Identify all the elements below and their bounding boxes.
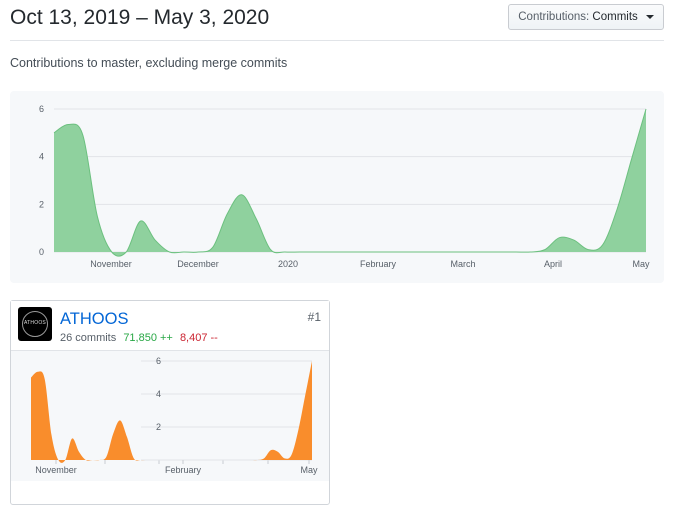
y-tick-label: 6	[39, 104, 44, 114]
contributor-chart-svg: 2 4 6 November February May	[31, 356, 318, 475]
header: Oct 13, 2019 – May 3, 2020 Contributions…	[10, 0, 664, 41]
y-tick-label: 2	[156, 422, 161, 432]
commit-count[interactable]: 26 commits	[60, 332, 116, 344]
commits-overview-chart: 0 2 4 6 November December 2020 February March Apr…	[10, 91, 664, 283]
contributor-name-link[interactable]: ATHOOS	[60, 310, 128, 329]
x-tick-label: March	[450, 259, 475, 269]
avatar-logo-text: ATHOOS	[24, 320, 46, 326]
contributions-button-label: Contributions:	[518, 11, 590, 23]
contributor-stats: 26 commits 71,850 ++ 8,407 --	[60, 332, 218, 344]
area-series	[31, 361, 312, 463]
x-tick-label: February	[165, 465, 202, 475]
overview-chart-svg: 0 2 4 6 November December 2020 February March Apr…	[39, 104, 650, 269]
y-tick-label: 6	[156, 356, 161, 366]
y-tick-label: 0	[39, 247, 44, 257]
additions-count: 71,850 ++	[123, 332, 173, 344]
contributions-dropdown-button[interactable]: Contributions: Commits	[508, 4, 664, 30]
x-tick-label: May	[632, 259, 650, 269]
deletions-count: 8,407 --	[179, 332, 218, 344]
avatar[interactable]: ATHOOS	[18, 307, 52, 341]
chart-subtitle: Contributions to master, excluding merge…	[10, 56, 288, 70]
area-series	[54, 109, 646, 257]
contributor-rank: #1	[307, 310, 321, 324]
page-title: Oct 13, 2019 – May 3, 2020	[10, 6, 270, 29]
contributor-card: ATHOOS ATHOOS #1 26 commits 71,850 ++ 8,…	[10, 300, 330, 505]
contributions-button-value: Commits	[592, 11, 638, 23]
contributor-card-header: ATHOOS ATHOOS #1 26 commits 71,850 ++ 8,…	[11, 301, 329, 351]
contributor-chart: 2 4 6 November February May	[11, 351, 329, 481]
x-tick-label: April	[544, 259, 562, 269]
x-tick-label: December	[177, 259, 219, 269]
y-tick-label: 4	[39, 152, 44, 162]
x-tick-label: February	[360, 259, 397, 269]
x-tick-label: 2020	[278, 259, 298, 269]
x-tick-label: May	[300, 465, 318, 475]
caret-down-icon	[646, 14, 654, 19]
x-tick-label: November	[90, 259, 132, 269]
y-tick-label: 4	[156, 389, 161, 399]
y-tick-label: 2	[39, 199, 44, 209]
x-tick-label: November	[35, 465, 77, 475]
